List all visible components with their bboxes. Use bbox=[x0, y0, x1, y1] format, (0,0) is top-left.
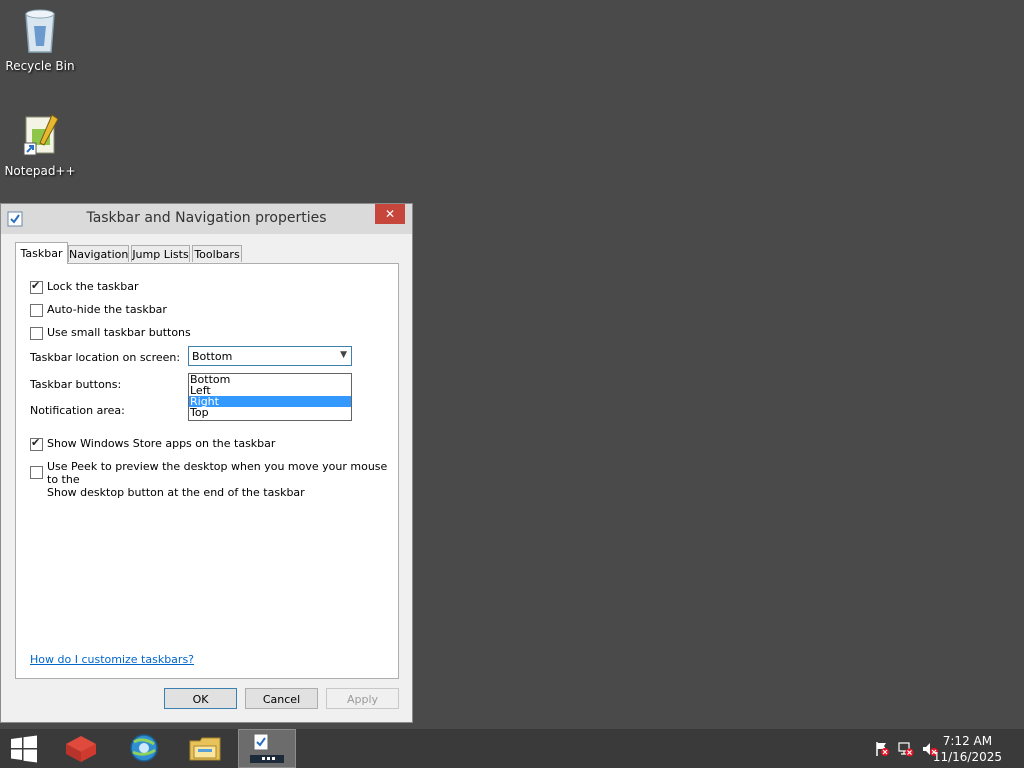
peek-label-line2: Show desktop button at the end of the ta… bbox=[47, 486, 305, 499]
location-option-right[interactable]: Right bbox=[189, 396, 351, 407]
taskbar-properties-dialog: Taskbar and Navigation properties ✕ Task… bbox=[0, 203, 413, 723]
store-apps-label: Show Windows Store apps on the taskbar bbox=[47, 437, 276, 450]
tab-navigation[interactable]: Navigation bbox=[68, 245, 129, 262]
help-link[interactable]: How do I customize taskbars? bbox=[30, 653, 194, 666]
taskbar-location-dropdown-list: Bottom Left Right Top bbox=[188, 373, 352, 421]
taskbar: 7:12 AM 11/16/2025 bbox=[0, 729, 1024, 768]
lock-taskbar-checkbox[interactable] bbox=[30, 279, 43, 294]
cube-app-icon bbox=[66, 736, 96, 762]
store-apps-option[interactable]: Show Windows Store apps on the taskbar bbox=[30, 436, 276, 451]
store-apps-checkbox[interactable] bbox=[30, 436, 43, 451]
taskbar-location-select[interactable]: Bottom ▼ bbox=[188, 346, 352, 366]
small-buttons-option[interactable]: Use small taskbar buttons bbox=[30, 326, 191, 340]
notepad-plus-plus-label: Notepad++ bbox=[4, 164, 76, 178]
desktop-icon-recycle-bin[interactable]: Recycle Bin bbox=[0, 6, 80, 73]
desktop-icon-notepad-plus-plus[interactable]: Notepad++ bbox=[0, 113, 80, 178]
taskbar-location-label: Taskbar location on screen: bbox=[30, 351, 181, 364]
taskbar-browser[interactable] bbox=[116, 729, 172, 768]
tab-jump-lists[interactable]: Jump Lists bbox=[131, 245, 190, 262]
notification-area-label: Notification area: bbox=[30, 404, 125, 417]
recycle-bin-icon bbox=[25, 9, 55, 53]
network-icon[interactable] bbox=[898, 741, 914, 757]
start-button[interactable] bbox=[0, 729, 50, 768]
auto-hide-option[interactable]: Auto-hide the taskbar bbox=[30, 303, 167, 317]
recycle-bin-label: Recycle Bin bbox=[5, 59, 75, 73]
small-buttons-checkbox[interactable] bbox=[30, 327, 43, 340]
dialog-titlebar[interactable]: Taskbar and Navigation properties ✕ bbox=[1, 204, 412, 234]
lock-taskbar-option[interactable]: Lock the taskbar bbox=[30, 279, 139, 294]
lock-taskbar-label: Lock the taskbar bbox=[47, 280, 139, 293]
chevron-down-icon[interactable]: ▼ bbox=[340, 350, 347, 360]
notepad-plus-plus-icon bbox=[23, 114, 59, 156]
taskbar-tab-panel: Lock the taskbar Auto-hide the taskbar U… bbox=[15, 263, 399, 679]
tab-taskbar[interactable]: Taskbar bbox=[15, 242, 68, 264]
taskbar-cube-app[interactable] bbox=[54, 729, 110, 768]
auto-hide-label: Auto-hide the taskbar bbox=[47, 303, 167, 316]
auto-hide-checkbox[interactable] bbox=[30, 304, 43, 317]
ok-button[interactable]: OK bbox=[164, 688, 237, 709]
dialog-title: Taskbar and Navigation properties bbox=[86, 210, 327, 226]
peek-label-line1: Use Peek to preview the desktop when you… bbox=[47, 460, 388, 486]
peek-option[interactable]: Use Peek to preview the desktop when you… bbox=[30, 460, 398, 499]
browser-icon bbox=[130, 734, 158, 762]
clock-date: 11/16/2025 bbox=[932, 750, 1002, 764]
close-button[interactable]: ✕ bbox=[375, 204, 405, 224]
taskbar-file-explorer[interactable] bbox=[177, 729, 233, 768]
apply-button[interactable]: Apply bbox=[326, 688, 399, 709]
peek-checkbox[interactable] bbox=[30, 466, 43, 479]
peek-label: Use Peek to preview the desktop when you… bbox=[47, 460, 398, 499]
cancel-button[interactable]: Cancel bbox=[245, 688, 318, 709]
taskbar-buttons-label: Taskbar buttons: bbox=[30, 378, 122, 391]
action-center-flag-icon[interactable] bbox=[874, 741, 890, 757]
file-explorer-icon bbox=[189, 737, 221, 761]
taskbar-properties-icon bbox=[250, 733, 284, 763]
location-option-bottom[interactable]: Bottom bbox=[189, 374, 351, 385]
taskbar-location-value: Bottom bbox=[192, 350, 233, 363]
taskbar-properties-window[interactable] bbox=[238, 729, 296, 768]
tab-toolbars[interactable]: Toolbars bbox=[192, 245, 242, 262]
small-buttons-label: Use small taskbar buttons bbox=[47, 326, 191, 339]
start-icon bbox=[11, 735, 37, 763]
system-clock[interactable]: 7:12 AM 11/16/2025 bbox=[933, 733, 1002, 765]
location-option-top[interactable]: Top bbox=[189, 407, 351, 418]
clock-time: 7:12 AM bbox=[942, 734, 993, 748]
